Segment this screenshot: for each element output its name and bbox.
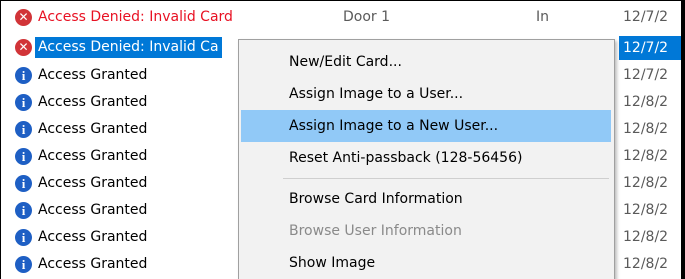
menu-item-new-edit-card[interactable]: New/Edit Card...	[241, 46, 611, 78]
event-message-cell: Access Granted	[35, 146, 150, 167]
event-date: 12/7/2	[623, 67, 669, 83]
info-icon: i	[15, 256, 32, 273]
event-message-cell: Access Granted	[35, 227, 150, 248]
event-message: Access Granted	[38, 256, 148, 272]
event-date: 12/8/2	[623, 229, 669, 245]
menu-item-reset-anti-passback[interactable]: Reset Anti-passback (128-56456)	[241, 142, 611, 174]
event-date: 12/8/2	[623, 202, 669, 218]
event-message-cell: Access Granted	[35, 92, 150, 113]
event-message: Access Granted	[38, 94, 148, 110]
menu-item-browse-user-information: Browse User Information	[289, 223, 462, 239]
window-border	[681, 0, 685, 279]
event-log-window: ✕ Access Denied: Invalid Card Door 1 In …	[0, 0, 681, 279]
event-message-cell: Access Denied: Invalid Card	[35, 7, 236, 28]
event-row[interactable]: ✕ Access Denied: Invalid Card Door 1 In …	[1, 4, 681, 31]
event-date: 12/8/2	[623, 121, 669, 137]
info-icon: i	[15, 121, 32, 138]
error-icon: ✕	[15, 9, 32, 26]
event-message-cell: Access Granted	[35, 173, 150, 194]
event-message: Access Granted	[38, 175, 148, 191]
event-date: 12/8/2	[623, 94, 669, 110]
menu-item-show-image[interactable]: Show Image	[241, 247, 611, 279]
menu-separator	[283, 178, 609, 179]
menu-item-assign-image-to-user[interactable]: Assign Image to a User...	[241, 78, 611, 110]
info-icon: i	[15, 148, 32, 165]
event-date: 12/8/2	[623, 175, 669, 191]
event-message-cell: Access Granted	[35, 65, 150, 86]
event-date: 12/7/2	[623, 9, 669, 25]
event-date: 12/7/2	[619, 36, 681, 60]
event-message: Access Granted	[38, 202, 148, 218]
event-message-cell: Access Granted	[35, 119, 150, 140]
event-date: 12/8/2	[623, 256, 669, 272]
info-icon: i	[15, 202, 32, 219]
event-message-cell: Access Granted	[35, 254, 150, 275]
info-icon: i	[15, 229, 32, 246]
error-icon: ✕	[15, 39, 32, 56]
event-message-cell: Access Denied: Invalid Ca	[34, 36, 223, 59]
info-icon: i	[15, 67, 32, 84]
event-message-cell: Access Granted	[35, 200, 150, 221]
event-message: Access Granted	[38, 148, 148, 164]
event-message: Access Denied: Invalid Ca	[38, 39, 219, 55]
event-door: Door 1	[343, 9, 391, 25]
info-icon: i	[15, 94, 32, 111]
menu-item-assign-image-to-new-user[interactable]: Assign Image to a New User...	[241, 110, 611, 142]
context-menu: New/Edit Card... Assign Image to a User.…	[238, 39, 615, 279]
event-message: Access Granted	[38, 121, 148, 137]
info-icon: i	[15, 175, 32, 192]
event-date: 12/8/2	[623, 148, 669, 164]
event-message: Access Granted	[38, 67, 148, 83]
event-message: Access Granted	[38, 229, 148, 245]
event-message: Access Denied: Invalid Card	[38, 9, 233, 25]
event-direction: In	[536, 9, 550, 25]
menu-item-browse-card-information[interactable]: Browse Card Information	[241, 183, 611, 215]
